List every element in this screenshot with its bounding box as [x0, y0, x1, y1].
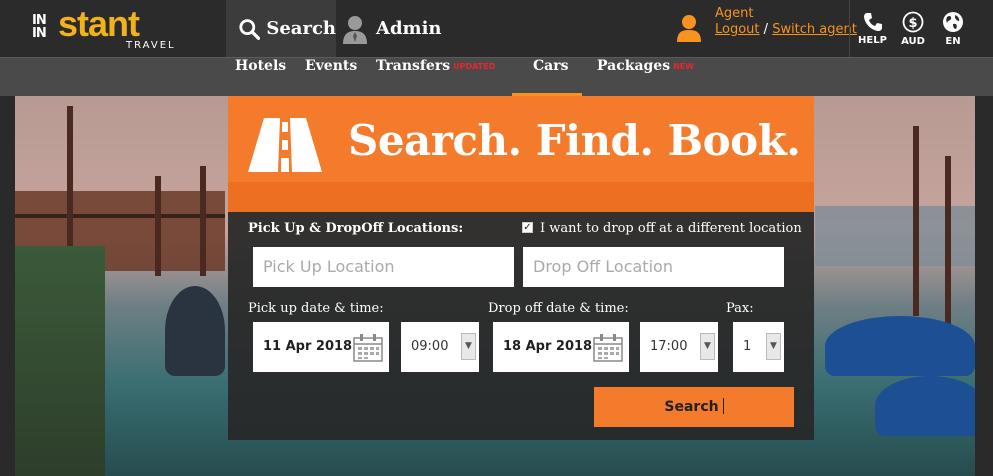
road-icon — [248, 118, 322, 172]
subnav-packages-label: Packages — [597, 58, 671, 74]
language-button[interactable]: EN — [933, 0, 973, 57]
different-location-checkbox[interactable]: ✓ — [522, 222, 533, 233]
pickup-location-input[interactable]: Pick Up Location — [253, 247, 514, 287]
gondola — [875, 376, 975, 436]
pier-rail — [15, 214, 225, 218]
calendar-icon[interactable] — [353, 334, 383, 362]
dropoff-datetime-label: Drop off date & time: — [488, 301, 629, 316]
subnav-hotels-label: Hotels — [235, 58, 287, 74]
pax-select[interactable]: 1 ▼ — [733, 322, 784, 372]
updated-badge: UPDATED — [453, 62, 496, 71]
subnav-transfers-label: Transfers — [376, 58, 451, 74]
help-label: HELP — [858, 34, 887, 46]
globe-icon — [943, 11, 963, 32]
different-location-label[interactable]: I want to drop off at a different locati… — [540, 221, 802, 236]
pax-value: 1 — [743, 339, 752, 354]
search-icon — [239, 18, 261, 40]
pax-label: Pax: — [726, 301, 754, 316]
chevron-down-icon[interactable]: ▼ — [766, 333, 781, 360]
pickup-time-select[interactable]: 09:00 ▼ — [401, 322, 479, 372]
subnav-transfers[interactable]: Transfers UPDATED — [376, 58, 495, 97]
dropoff-location-input[interactable]: Drop Off Location — [523, 247, 784, 287]
subnav-cars[interactable]: Cars — [533, 58, 568, 97]
mooring-pole — [200, 166, 206, 276]
svg-text:$: $ — [908, 16, 917, 31]
pickup-time-value: 09:00 — [411, 339, 449, 354]
locations-label: Pick Up & DropOff Locations: — [248, 221, 464, 236]
dropoff-date-value: 18 Apr 2018 — [503, 339, 593, 354]
subnav-events[interactable]: Events — [305, 58, 357, 97]
distant-city — [815, 206, 975, 266]
top-bar: IN IN stant TRAVEL Search Admin Agent Lo… — [0, 0, 993, 57]
new-badge: NEW — [673, 62, 695, 71]
instant-travel-logo[interactable]: IN IN stant TRAVEL — [32, 4, 182, 54]
admin-user-icon — [343, 15, 367, 44]
calendar-icon[interactable] — [593, 334, 623, 362]
svg-text:IN: IN — [32, 26, 46, 38]
text-cursor — [722, 398, 724, 414]
subnav-hotels[interactable]: Hotels — [235, 58, 286, 97]
currency-label: AUD — [901, 35, 925, 47]
canal-wall — [15, 246, 105, 476]
search-panel-header: Search. Find. Book. — [228, 96, 814, 212]
search-button[interactable]: Search — [594, 387, 794, 427]
chevron-down-icon[interactable]: ▼ — [700, 333, 715, 360]
gondola — [165, 286, 225, 376]
agent-links: Logout / Switch agent — [715, 22, 857, 37]
switch-agent-link[interactable]: Switch agent — [772, 22, 857, 37]
logo-wordmark: stant — [58, 3, 140, 44]
subnav-packages[interactable]: Packages NEW — [597, 58, 694, 97]
nav-search[interactable]: Search — [226, 0, 336, 57]
currency-button[interactable]: $ AUD — [895, 0, 931, 57]
hero-headline: Search. Find. Book. — [348, 116, 801, 165]
logo-subtitle: TRAVEL — [126, 40, 176, 51]
nav-admin-label: Admin — [376, 18, 442, 39]
dropoff-time-value: 17:00 — [650, 339, 688, 354]
gondola — [825, 316, 975, 376]
sub-navigation: Hotels Events Transfers UPDATED Cars Pack… — [0, 57, 993, 97]
subnav-cars-label: Cars — [533, 58, 569, 74]
language-label: EN — [945, 35, 961, 47]
logo-in-mark: IN IN — [32, 12, 60, 41]
pickup-datetime-label: Pick up date & time: — [248, 301, 384, 316]
dollar-icon: $ — [902, 11, 924, 32]
agent-link-separator: / — [763, 22, 769, 37]
dropoff-time-select[interactable]: 17:00 ▼ — [640, 322, 718, 372]
help-button[interactable]: HELP — [849, 0, 895, 57]
search-button-label: Search — [664, 399, 719, 415]
chevron-down-icon[interactable]: ▼ — [461, 333, 476, 360]
dropoff-date-field[interactable]: 18 Apr 2018 — [493, 322, 629, 372]
mooring-pole — [155, 176, 161, 276]
pickup-date-value: 11 Apr 2018 — [263, 339, 353, 354]
logo-in-glyph: IN IN — [32, 13, 47, 41]
nav-search-label: Search — [266, 18, 336, 39]
car-search-form: Pick Up & DropOff Locations: ✓ I want to… — [228, 212, 814, 440]
nav-admin[interactable]: Admin — [336, 0, 446, 57]
panel-header-shade — [228, 182, 814, 212]
logout-link[interactable]: Logout — [715, 22, 760, 37]
subnav-events-label: Events — [305, 58, 358, 74]
pickup-date-field[interactable]: 11 Apr 2018 — [253, 322, 389, 372]
agent-user-icon — [677, 15, 701, 42]
phone-icon — [863, 12, 882, 31]
agent-name: Agent — [715, 6, 754, 21]
mooring-pole — [945, 156, 951, 336]
mooring-pole — [913, 126, 919, 316]
